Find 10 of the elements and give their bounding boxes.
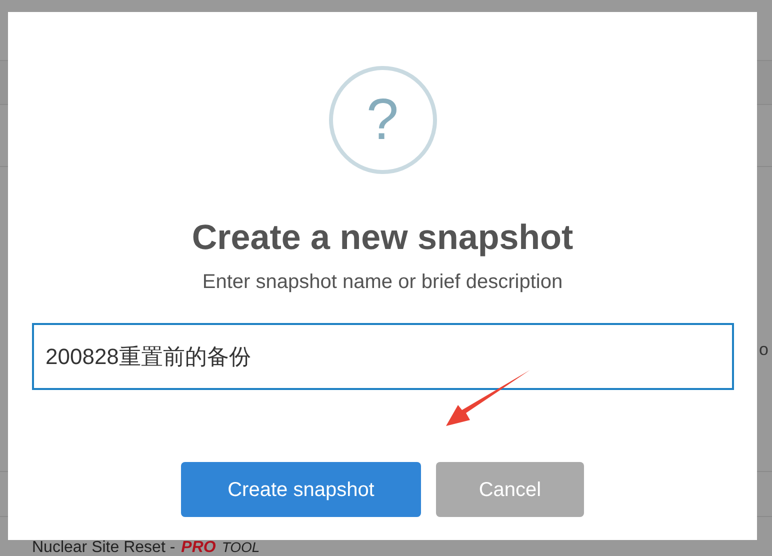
question-icon: ? (328, 66, 436, 174)
pro-label: PRO (181, 540, 216, 556)
dialog-subtitle: Enter snapshot name or brief description (202, 270, 563, 295)
tool-label: TOOL (222, 539, 260, 556)
snapshot-name-field[interactable]: 200828重置前的备份 (32, 323, 734, 390)
tool-name: Nuclear Site Reset - (32, 540, 176, 556)
background-text: o (759, 339, 768, 361)
create-snapshot-button[interactable]: Create snapshot (181, 462, 421, 517)
cancel-button[interactable]: Cancel (436, 462, 584, 517)
dialog-title: Create a new snapshot (192, 217, 574, 259)
